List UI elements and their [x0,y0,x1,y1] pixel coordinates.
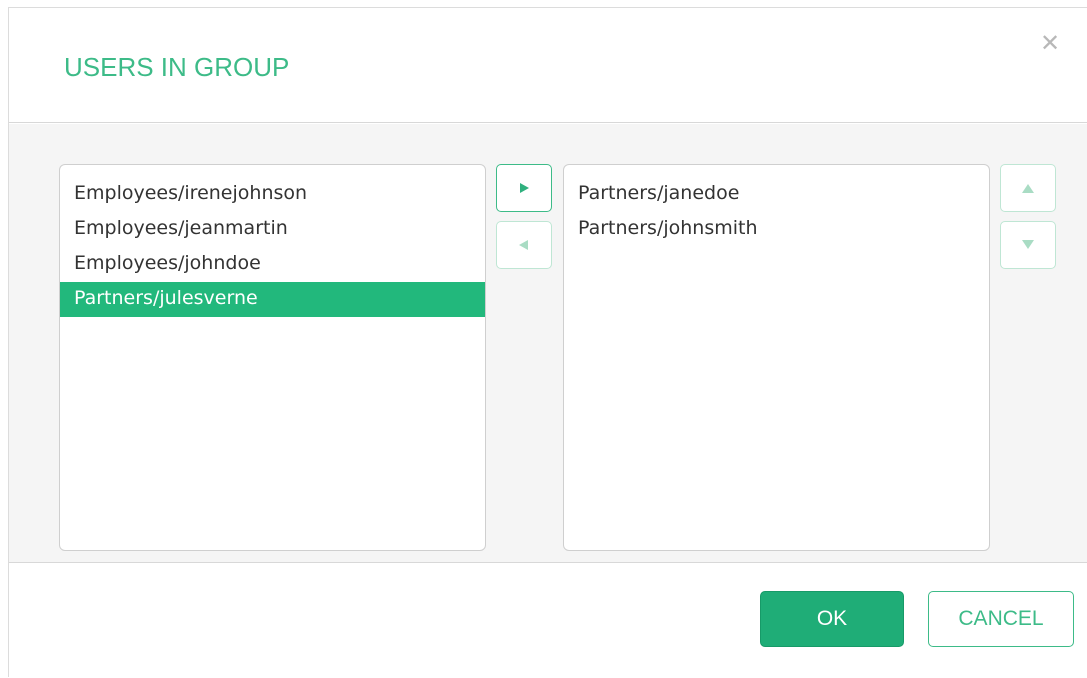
list-item[interactable]: Partners/janedoe [564,177,989,212]
cancel-button[interactable]: CANCEL [928,591,1074,647]
list-item-selected[interactable]: Partners/julesverne [60,282,485,317]
dialog-footer: OK CANCEL [9,564,1087,678]
move-down-button[interactable] [1000,221,1056,269]
remove-from-group-button[interactable] [496,221,552,269]
group-members-list[interactable]: Partners/janedoe Partners/johnsmith [563,164,990,551]
triangle-down-icon [1022,240,1034,249]
dialog-header: USERS IN GROUP ✕ [9,8,1087,123]
dialog-body: Employees/irenejohnson Employees/jeanmar… [9,124,1087,563]
add-to-group-button[interactable] [496,164,552,212]
ok-button[interactable]: OK [760,591,904,647]
list-item[interactable]: Employees/jeanmartin [60,212,485,247]
triangle-right-icon [520,183,529,193]
available-users-list[interactable]: Employees/irenejohnson Employees/jeanmar… [59,164,486,551]
close-icon[interactable]: ✕ [1037,30,1063,56]
triangle-left-icon [519,240,528,250]
dialog-title: USERS IN GROUP [64,52,290,82]
list-item[interactable]: Partners/johnsmith [564,212,989,247]
triangle-up-icon [1022,184,1034,193]
list-item[interactable]: Employees/johndoe [60,247,485,282]
users-in-group-dialog: USERS IN GROUP ✕ Employees/irenejohnson … [8,7,1087,678]
move-up-button[interactable] [1000,164,1056,212]
list-item[interactable]: Employees/irenejohnson [60,177,485,212]
